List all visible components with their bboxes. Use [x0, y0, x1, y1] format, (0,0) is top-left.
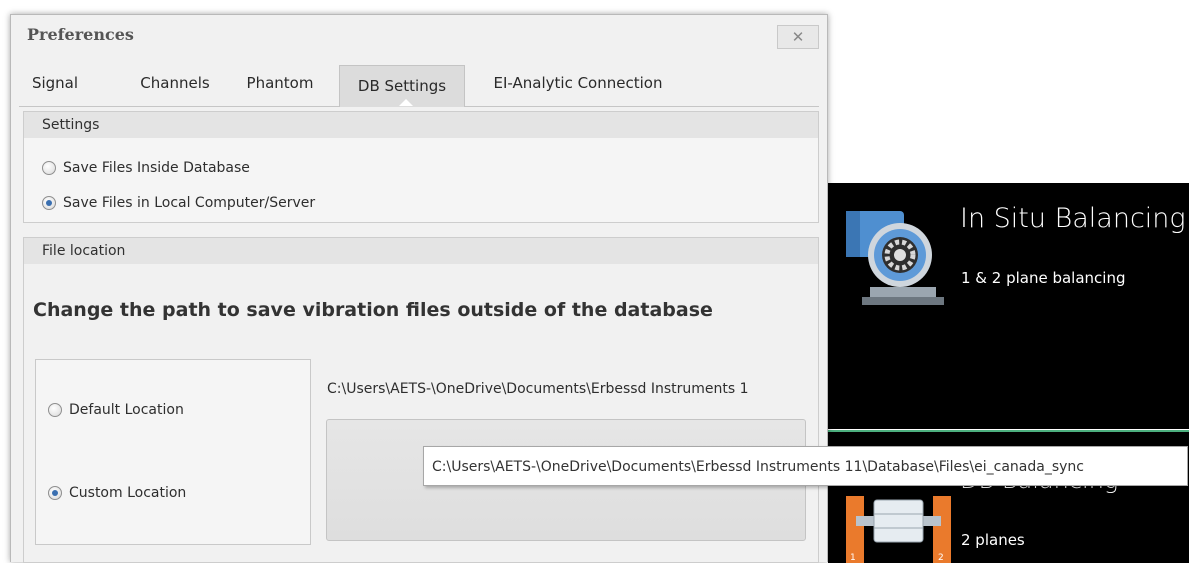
rotor-shaft-icon: 1 2	[846, 496, 951, 563]
window-title: Preferences	[27, 25, 134, 44]
option-label: Save Files in Local Computer/Server	[63, 195, 316, 211]
settings-group-header: Settings	[23, 111, 819, 139]
tab-ei-analytic-connection[interactable]: EI-Analytic Connection	[479, 61, 677, 105]
option-label: Default Location	[69, 402, 184, 418]
radio-button[interactable]	[42, 196, 56, 210]
tab-strip: Signal Channels Phantom DB Settings EI-A…	[19, 61, 819, 107]
save-inside-database-option[interactable]: Save Files Inside Database	[42, 160, 250, 176]
default-location-option[interactable]: Default Location	[48, 402, 184, 418]
option-label: Custom Location	[69, 485, 187, 501]
close-button[interactable]: ✕	[777, 25, 819, 49]
active-tab-indicator	[399, 99, 413, 106]
current-path-label: C:\Users\AETS-\OneDrive\Documents\Erbess…	[327, 381, 749, 397]
svg-text:1: 1	[850, 553, 856, 563]
file-location-heading: Change the path to save vibration files …	[33, 299, 713, 321]
blower-fan-icon	[846, 211, 944, 305]
save-local-computer-option[interactable]: Save Files in Local Computer/Server	[42, 195, 315, 211]
tile-title: In Situ Balancing	[960, 203, 1186, 234]
radio-button[interactable]	[48, 403, 62, 417]
tile-subtitle: 2 planes	[961, 531, 1025, 549]
tab-channels[interactable]: Channels	[129, 61, 221, 105]
location-options-box	[35, 359, 311, 545]
option-label: Save Files Inside Database	[63, 160, 250, 176]
tile-subtitle: 1 & 2 plane balancing	[961, 269, 1126, 287]
path-tooltip: C:\Users\AETS-\OneDrive\Documents\Erbess…	[423, 446, 1188, 486]
radio-button[interactable]	[48, 486, 62, 500]
title-bar: Preferences ✕	[11, 15, 827, 57]
radio-button[interactable]	[42, 161, 56, 175]
tile-in-situ-balancing[interactable]: In Situ Balancing 1 & 2 plane balancing	[828, 183, 1189, 429]
file-location-group-header: File location	[23, 237, 819, 265]
svg-text:2: 2	[938, 553, 944, 563]
tab-phantom[interactable]: Phantom	[235, 61, 325, 105]
custom-location-option[interactable]: Custom Location	[48, 485, 186, 501]
tab-signal[interactable]: Signal	[19, 61, 91, 105]
